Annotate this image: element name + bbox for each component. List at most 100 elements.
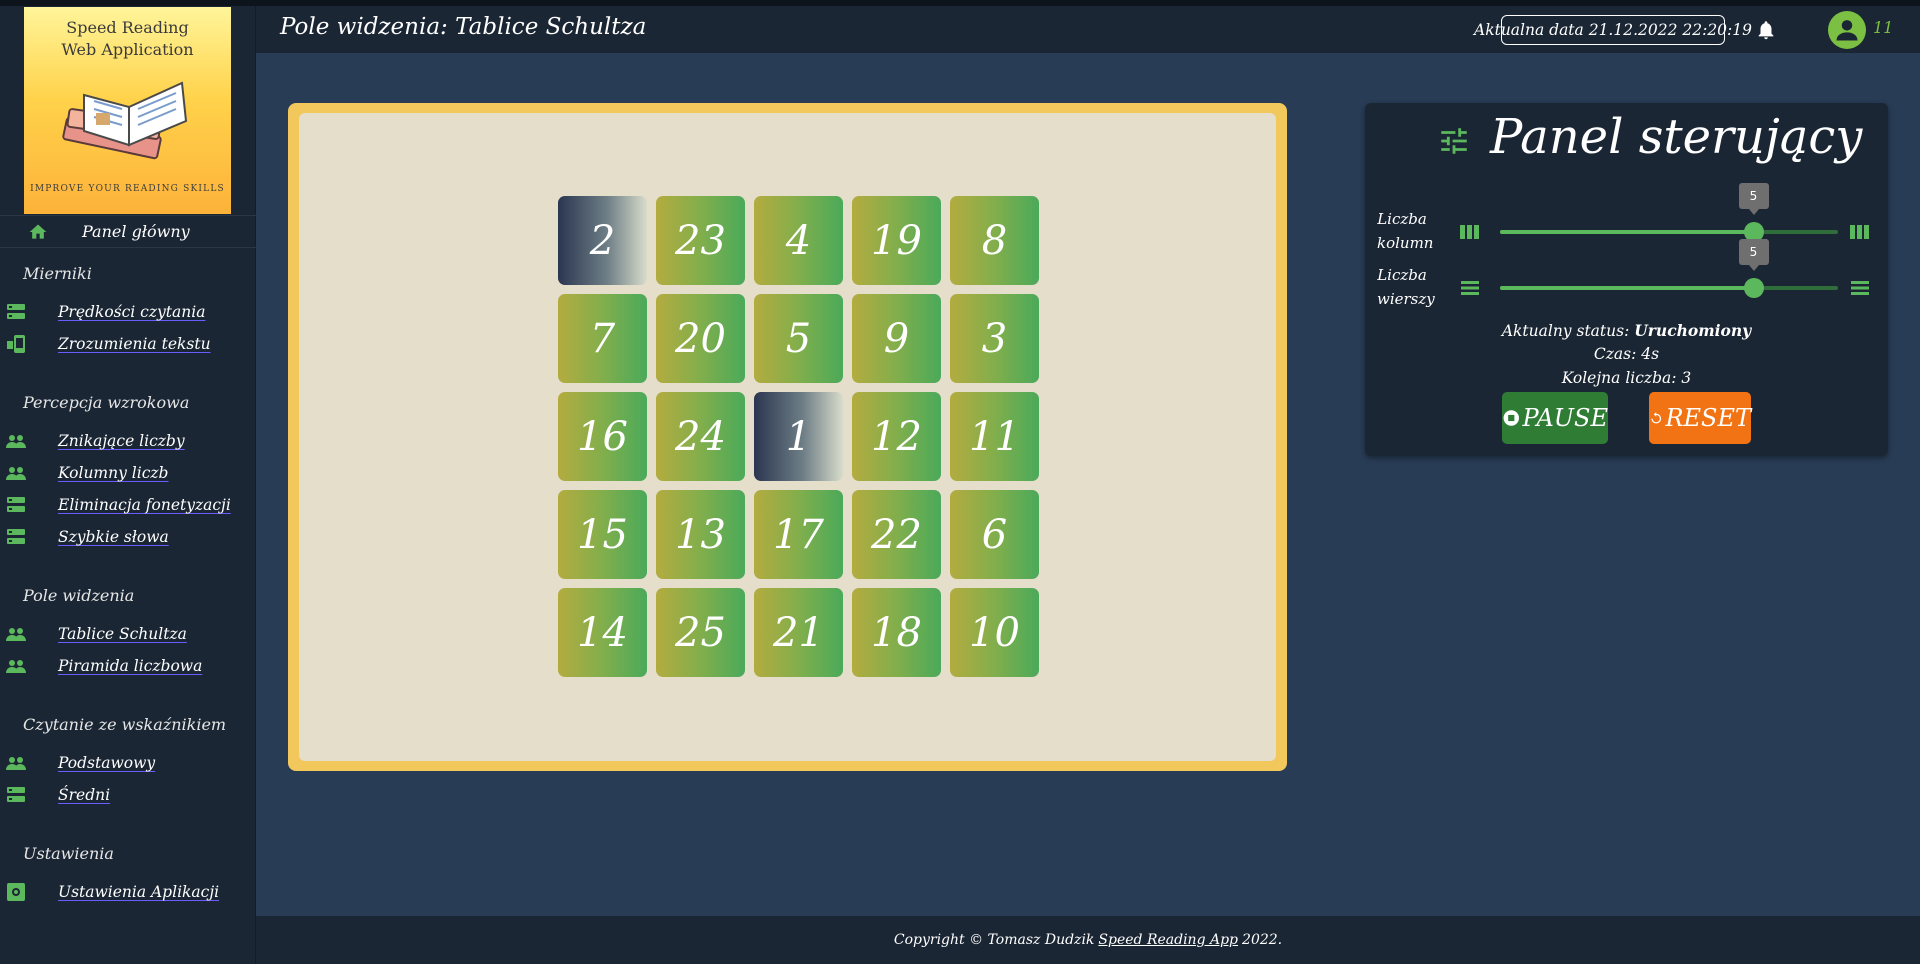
schulte-cell[interactable]: 15 [558, 490, 647, 579]
section-title-czytanie-ze-wskaznikiem: Czytanie ze wskaźnikiem [23, 715, 227, 734]
logo-title-line2: Web Application [61, 40, 194, 59]
sidebar-item-label: Średni [58, 786, 111, 804]
schulte-grid: 2 23 4 19 8 7 20 5 9 3 16 24 1 12 11 15 13 17 22 6 14 25 21 18 1… [558, 196, 1040, 678]
top-header: Pole widzenia: Tablice Schultza Aktualna… [256, 6, 1920, 53]
rows-slider[interactable]: 5 [1500, 239, 1838, 298]
sidebar-item-zrozumienia-tekstu[interactable]: Zrozumienia tekstu [0, 331, 256, 357]
rows-slider-label: Liczba wierszy [1377, 263, 1435, 311]
footer: Copyright © Tomasz Dudzik Speed Reading … [256, 916, 1920, 964]
columns-label-line2: kolumn [1377, 234, 1434, 252]
sidebar-item-label: Zrozumienia tekstu [58, 335, 211, 353]
sidebar-item-home[interactable]: Panel główny [0, 215, 256, 248]
schulte-cell[interactable]: 18 [852, 588, 941, 677]
schulte-cell[interactable]: 25 [656, 588, 745, 677]
reset-button[interactable]: RESET [1649, 392, 1751, 444]
stop-circle-icon [1503, 410, 1519, 426]
schulte-cell[interactable]: 10 [950, 588, 1039, 677]
current-date-badge: Aktualna data 21.12.2022 22:20:19 [1474, 15, 1752, 45]
footer-app-link[interactable]: Speed Reading App [1098, 932, 1238, 948]
schulte-board-frame: 2 23 4 19 8 7 20 5 9 3 16 24 1 12 11 15 13 17 22 6 14 25 21 18 1… [288, 103, 1287, 771]
schulte-cell[interactable]: 1 [754, 392, 843, 481]
tune-icon [1441, 128, 1467, 154]
page-title: Pole widzenia: Tablice Schultza [280, 14, 647, 40]
columns-value-bubble: 5 [1738, 183, 1769, 215]
people-icon [6, 464, 26, 482]
schulte-cell[interactable]: 5 [754, 294, 843, 383]
section-title-percepcja-wzrokowa: Percepcja wzrokowa [23, 393, 190, 412]
sidebar-item-piramida-liczbowa[interactable]: Piramida liczbowa [0, 653, 256, 679]
sidebar-item-label: Ustawienia Aplikacji [58, 883, 220, 901]
schulte-cell[interactable]: 16 [558, 392, 647, 481]
people-icon [6, 625, 26, 643]
section-title-ustawienia: Ustawienia [23, 844, 114, 863]
sidebar-item-label: Znikające liczby [58, 432, 185, 450]
columns-slider[interactable]: 5 [1500, 183, 1838, 242]
sidebar-item-label: Kolumny liczb [58, 464, 169, 482]
app-logo[interactable]: Speed Reading Web Application IMPROVE YO… [24, 7, 231, 214]
schulte-cell[interactable]: 11 [950, 392, 1039, 481]
schulte-cell[interactable]: 12 [852, 392, 941, 481]
schulte-cell[interactable]: 20 [656, 294, 745, 383]
restart-icon [1651, 411, 1662, 424]
next-number-line: Kolejna liczba: 3 [1561, 369, 1692, 387]
sidebar-item-eliminacja-fonetyzacji[interactable]: Eliminacja fonetyzacji [0, 492, 256, 518]
user-avatar[interactable] [1828, 11, 1866, 49]
sidebar-item-label: Panel główny [82, 222, 190, 241]
people-icon [6, 432, 26, 450]
account-icon [1836, 20, 1858, 41]
sidebar-item-tablice-schultza[interactable]: Tablice Schultza [0, 621, 256, 647]
schulte-cell[interactable]: 17 [754, 490, 843, 579]
schulte-cell[interactable]: 8 [950, 196, 1039, 285]
schulte-cell[interactable]: 23 [656, 196, 745, 285]
schulte-cell[interactable]: 24 [656, 392, 745, 481]
status-value: Uruchomiony [1634, 321, 1752, 340]
rows-value-bubble: 5 [1738, 239, 1769, 271]
schulte-cell[interactable]: 2 [558, 196, 647, 285]
sidebar-item-ustawienia-aplikacji[interactable]: Ustawienia Aplikacji [0, 879, 256, 905]
sidebar-item-kolumny-liczb[interactable]: Kolumny liczb [0, 460, 256, 486]
time-line: Czas: 4s [1593, 345, 1660, 363]
sidebar-item-label: Prędkości czytania [58, 303, 206, 321]
section-title-mierniki: Mierniki [23, 264, 92, 283]
user-number: 11 [1873, 18, 1894, 37]
sidebar-item-znikajace-liczby[interactable]: Znikające liczby [0, 428, 256, 454]
status-label: Aktualny status: [1501, 322, 1630, 340]
sidebar-item-sredni[interactable]: Średni [0, 782, 256, 808]
storage-icon [6, 496, 26, 514]
rows-slider-fill [1500, 286, 1754, 290]
schulte-cell[interactable]: 14 [558, 588, 647, 677]
view-headline-icon [1461, 281, 1479, 295]
notification-bell-icon[interactable] [1755, 19, 1777, 41]
schulte-cell[interactable]: 19 [852, 196, 941, 285]
view-column-icon [1850, 225, 1869, 239]
footer-year: 2022. [1242, 932, 1283, 948]
schulte-cell[interactable]: 4 [754, 196, 843, 285]
schulte-cell[interactable]: 22 [852, 490, 941, 579]
schulte-cell[interactable]: 13 [656, 490, 745, 579]
rows-slider-thumb[interactable] [1743, 278, 1764, 298]
view-column-icon [1460, 225, 1479, 239]
columns-slider-fill [1500, 230, 1754, 234]
columns-slider-label: Liczba kolumn [1377, 207, 1434, 255]
schulte-cell[interactable]: 3 [950, 294, 1039, 383]
sidebar-item-label: Piramida liczbowa [58, 657, 203, 675]
schulte-cell[interactable]: 7 [558, 294, 647, 383]
book-illustration-icon [62, 81, 188, 160]
sidebar-item-podstawowy[interactable]: Podstawowy [0, 750, 256, 776]
view-headline-icon [1851, 281, 1869, 295]
logo-tagline: IMPROVE YOUR READING SKILLS [30, 184, 225, 194]
sidebar-item-label: Szybkie słowa [58, 528, 169, 546]
home-icon [29, 224, 47, 239]
columns-label-line1: Liczba [1377, 210, 1427, 228]
sidebar-item-predkosci-czytania[interactable]: Prędkości czytania [0, 299, 256, 325]
storage-icon [6, 786, 26, 804]
sidebar-item-szybkie-slowa[interactable]: Szybkie słowa [0, 524, 256, 550]
footer-copyright: Copyright © Tomasz Dudzik [893, 932, 1095, 948]
pause-button-label: PAUSE [1522, 404, 1608, 432]
people-icon [6, 754, 26, 772]
schulte-cell[interactable]: 21 [754, 588, 843, 677]
rows-label-line2: wierszy [1377, 290, 1435, 308]
schulte-cell[interactable]: 9 [852, 294, 941, 383]
schulte-cell[interactable]: 6 [950, 490, 1039, 579]
pause-button[interactable]: PAUSE [1502, 392, 1608, 444]
